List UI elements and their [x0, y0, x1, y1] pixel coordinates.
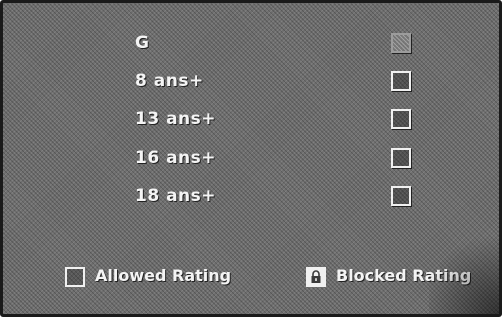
lock-icon [306, 267, 326, 287]
rating-row-8[interactable]: 8 ans+ [3, 65, 499, 101]
rating-row-16[interactable]: 16 ans+ [3, 142, 499, 178]
rating-row-18[interactable]: 18 ans+ [3, 180, 499, 216]
rating-row-g[interactable]: G [3, 27, 499, 63]
rating-label: 13 ans+ [135, 109, 217, 129]
rating-legend: Allowed Rating Blocked Rating [3, 260, 499, 294]
empty-box-icon [65, 267, 85, 287]
parental-rating-screen: G 8 ans+ 13 ans+ 16 ans+ 18 ans+ Allowed… [0, 0, 502, 317]
rating-label: 8 ans+ [135, 71, 204, 91]
allowed-rating-label: Allowed Rating [95, 266, 232, 285]
lock-glyph [311, 270, 321, 283]
rating-checkbox-8[interactable] [391, 71, 411, 91]
rating-label: 16 ans+ [135, 148, 217, 168]
rating-checkbox-13[interactable] [391, 109, 411, 129]
rating-checkbox-g[interactable] [391, 33, 411, 53]
rating-checkbox-18[interactable] [391, 186, 411, 206]
rating-checkbox-16[interactable] [391, 148, 411, 168]
blocked-rating-label: Blocked Rating [336, 266, 472, 285]
rating-row-13[interactable]: 13 ans+ [3, 103, 499, 139]
rating-label: 18 ans+ [135, 186, 217, 206]
rating-label: G [135, 33, 150, 53]
